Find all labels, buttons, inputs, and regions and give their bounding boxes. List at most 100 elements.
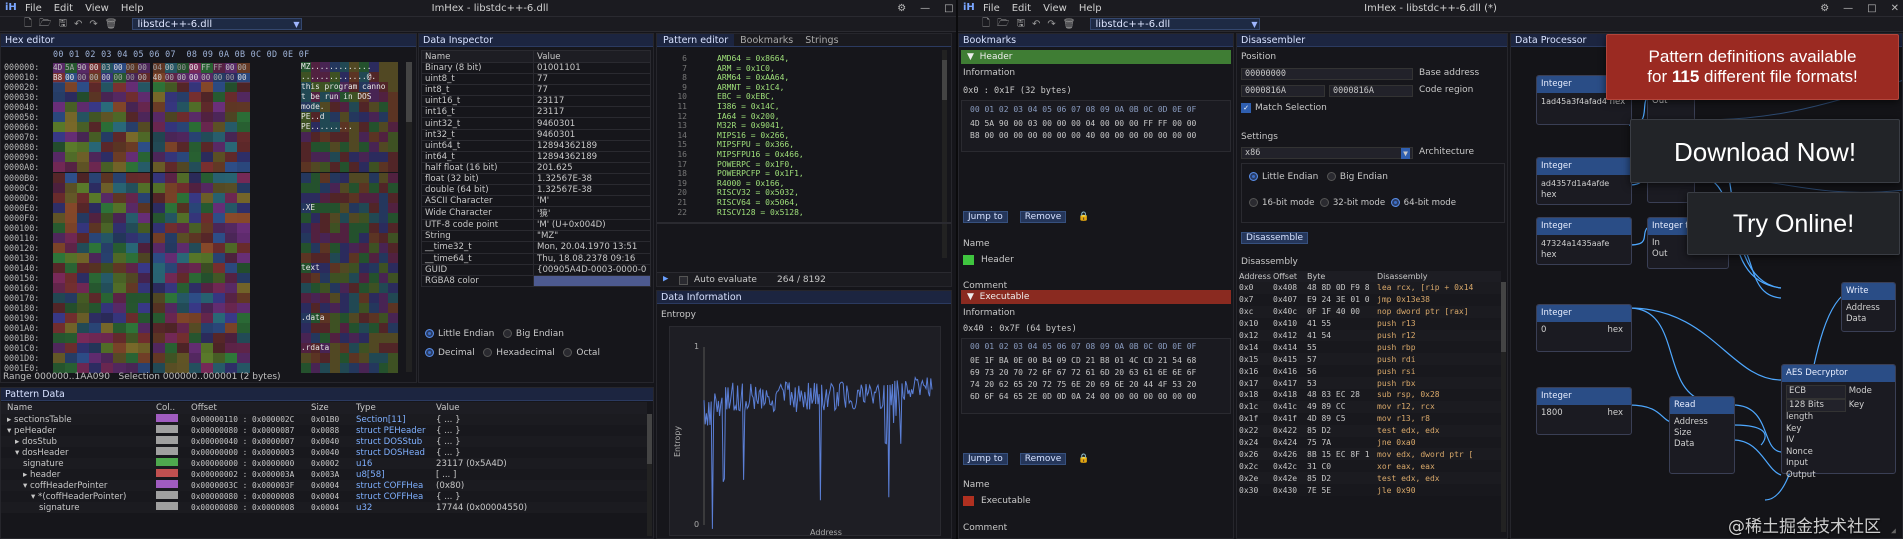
hex-byte[interactable] — [53, 323, 66, 334]
hex-byte[interactable] — [176, 162, 190, 173]
hex-byte[interactable] — [101, 92, 114, 103]
hex-row[interactable]: 4D 5A 90 00 03 00 00 00 04 00 00 00 FF FF 00 00 — [53, 62, 250, 73]
hex-byte[interactable] — [125, 232, 138, 243]
hex-byte[interactable] — [101, 152, 114, 163]
inspector-value[interactable]: 23117 — [533, 106, 651, 119]
hex-byte[interactable] — [125, 303, 138, 314]
hex-byte[interactable] — [125, 272, 138, 283]
hex-byte[interactable] — [89, 202, 102, 213]
hex-byte[interactable] — [89, 102, 102, 113]
hex-byte[interactable] — [225, 262, 238, 273]
inspector-value[interactable]: 9460301 — [533, 117, 651, 130]
hex-byte[interactable] — [77, 303, 90, 314]
hex-byte[interactable] — [152, 333, 165, 344]
hex-byte[interactable] — [89, 92, 102, 103]
mode-16-radio[interactable] — [1249, 198, 1258, 207]
hex-row[interactable] — [53, 172, 250, 183]
hex-byte[interactable] — [65, 172, 78, 183]
hex-byte[interactable] — [137, 82, 150, 93]
hex-byte[interactable] — [189, 323, 202, 334]
pd-value[interactable]: { ... } — [436, 414, 647, 425]
hex-byte[interactable] — [65, 242, 78, 253]
hex-byte[interactable] — [176, 353, 190, 364]
ascii-row[interactable] — [301, 252, 401, 263]
hex-byte[interactable] — [77, 112, 90, 123]
hex-row[interactable] — [53, 353, 250, 364]
hex-byte[interactable] — [176, 313, 190, 324]
hex-byte[interactable] — [189, 172, 202, 183]
hex-byte[interactable] — [113, 142, 126, 153]
code-line[interactable]: 15 MIPSFPU = 0x366, — [657, 140, 937, 150]
hex-byte[interactable] — [201, 333, 214, 344]
hex-byte[interactable] — [189, 82, 202, 93]
pd-value[interactable]: { ... } — [436, 447, 647, 458]
inspector-value[interactable]: Mon, 20.04.1970 13:51 — [533, 241, 651, 254]
hex-byte[interactable] — [101, 272, 114, 283]
hex-byte[interactable] — [152, 293, 165, 304]
base-address-input[interactable]: 00000000 — [1241, 68, 1413, 80]
hex-byte[interactable] — [176, 242, 190, 253]
code-line[interactable]: 16 MIPSFPU16 = 0x466, — [657, 150, 937, 160]
disasm-row[interactable]: 0x12 0x412 41 54 push r12 — [1239, 329, 1501, 342]
disasm-row[interactable]: 0x17 0x417 53 push rbx — [1239, 377, 1501, 390]
remove-button[interactable]: Remove — [1019, 211, 1067, 223]
hex-byte[interactable] — [225, 82, 238, 93]
hex-byte[interactable] — [213, 283, 226, 294]
hex-byte[interactable] — [176, 202, 190, 213]
hex-byte[interactable] — [65, 202, 78, 213]
ascii-row[interactable] — [301, 182, 401, 193]
pattern-data-scrollbar[interactable] — [647, 414, 652, 536]
hex-byte[interactable] — [89, 343, 102, 354]
hex-byte[interactable] — [65, 353, 78, 364]
hex-byte[interactable] — [65, 232, 78, 243]
hex-byte[interactable]: 03 — [101, 63, 114, 73]
inspector-value[interactable]: 'M' (U+0x004D) — [533, 219, 651, 232]
ascii-row[interactable] — [301, 132, 401, 143]
hex-byte[interactable] — [137, 252, 150, 263]
hex-byte[interactable] — [152, 343, 165, 354]
inspector-value[interactable]: {00905A4D-0003-0000-0 — [533, 263, 651, 276]
hex-byte[interactable] — [237, 112, 250, 123]
menu-edit[interactable]: Edit — [1012, 3, 1031, 14]
hex-byte[interactable] — [89, 262, 102, 273]
disasm-row[interactable]: 0x14 0x414 55 push rbp — [1239, 341, 1501, 354]
hex-byte[interactable] — [164, 112, 177, 123]
hex-byte[interactable]: 00 — [176, 63, 190, 73]
hex-byte[interactable] — [237, 293, 250, 304]
hex-byte[interactable] — [213, 122, 226, 133]
hex-byte[interactable] — [152, 272, 165, 283]
hex-byte[interactable] — [113, 262, 126, 273]
hex-byte[interactable]: 00 — [225, 63, 238, 73]
hex-byte[interactable] — [101, 202, 114, 213]
hex-byte[interactable] — [237, 122, 250, 133]
hex-row[interactable] — [53, 313, 250, 324]
hex-byte[interactable] — [237, 182, 250, 193]
hex-byte[interactable] — [53, 353, 66, 364]
integer-node-4-value[interactable]: 0 — [1541, 325, 1546, 335]
minimize-icon[interactable]: — — [920, 3, 930, 14]
hex-byte[interactable]: FF — [213, 63, 226, 73]
hex-row[interactable] — [53, 152, 250, 163]
file-selector[interactable]: libstdc++-6.dll — [1090, 18, 1261, 30]
hex-byte[interactable] — [137, 353, 150, 364]
hex-byte[interactable] — [164, 323, 177, 334]
architecture-select[interactable]: x86 ▼ — [1241, 147, 1413, 159]
ascii-row[interactable] — [301, 303, 401, 314]
hex-byte[interactable] — [113, 242, 126, 253]
hex-byte[interactable] — [189, 222, 202, 233]
hex-byte[interactable] — [65, 142, 78, 153]
hex-byte[interactable] — [125, 333, 138, 344]
hex-row[interactable] — [53, 132, 250, 143]
hex-byte[interactable] — [176, 102, 190, 113]
hex-editor-tab[interactable]: Hex editor — [1, 34, 416, 47]
hex-byte[interactable] — [89, 172, 102, 183]
hex-byte[interactable] — [164, 333, 177, 344]
hex-byte[interactable] — [125, 122, 138, 133]
hex-byte[interactable] — [176, 252, 190, 263]
hex-byte[interactable] — [101, 182, 114, 193]
hex-byte[interactable] — [125, 293, 138, 304]
pd-name[interactable]: ▾ *(coffHeaderPointer) — [1, 491, 156, 502]
hex-byte[interactable] — [176, 92, 190, 103]
hex-byte[interactable] — [164, 152, 177, 163]
integer-node-3[interactable]: Integer 47324a1435aafe hex — [1536, 217, 1632, 265]
